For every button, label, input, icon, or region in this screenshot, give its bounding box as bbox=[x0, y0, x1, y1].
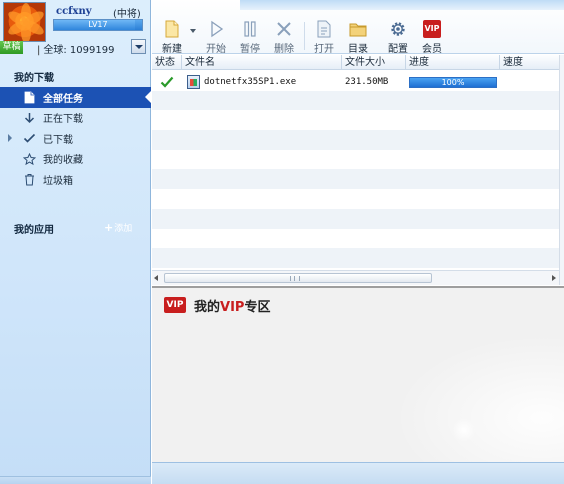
sidebar-item-downloaded[interactable]: 已下载 bbox=[0, 128, 151, 149]
toolbar-banner-strip bbox=[240, 0, 564, 10]
list-row-stripe bbox=[152, 110, 559, 131]
pause-label: 暂停 bbox=[240, 44, 260, 55]
column-header-progress[interactable]: 进度 bbox=[405, 55, 499, 70]
list-row-stripe bbox=[152, 149, 559, 170]
checkmark-icon bbox=[160, 76, 174, 88]
trash-icon bbox=[25, 174, 34, 186]
vip-member-button[interactable]: VIP 会员 bbox=[416, 20, 448, 55]
file-name: dotnetfx35SP1.exe bbox=[204, 77, 297, 87]
horizontal-scrollbar[interactable] bbox=[152, 270, 559, 285]
global-rank-text: 全球: 1099199 bbox=[43, 45, 115, 56]
play-icon bbox=[211, 20, 224, 38]
global-rank: | 全球: 1099199 bbox=[37, 45, 115, 56]
download-nav: 全部任务 正在下载 已下载 我的收藏 垃圾箱 bbox=[0, 87, 151, 190]
status-badge[interactable]: 草稿 bbox=[0, 41, 23, 54]
sidebar-item-all-tasks[interactable]: 全部任务 bbox=[0, 87, 151, 108]
list-row-stripe bbox=[152, 208, 559, 229]
sidebar-item-trash[interactable]: 垃圾箱 bbox=[0, 169, 151, 190]
scroll-left-arrow-icon[interactable] bbox=[154, 275, 158, 281]
vip-member-label: 会员 bbox=[422, 44, 442, 55]
open-file-icon bbox=[317, 20, 331, 38]
open-button[interactable]: 打开 bbox=[308, 20, 340, 55]
column-header-status[interactable]: 状态 bbox=[152, 55, 181, 70]
start-button[interactable]: 开始 bbox=[200, 20, 232, 55]
list-row-stripe bbox=[152, 130, 559, 150]
list-row-stripe bbox=[152, 189, 559, 209]
expand-arrow-icon[interactable] bbox=[8, 134, 12, 142]
start-label: 开始 bbox=[206, 44, 226, 55]
vip-badge-icon: VIP bbox=[164, 297, 186, 313]
add-app-label: 添加 bbox=[114, 224, 133, 234]
list-row-stripe bbox=[152, 90, 559, 111]
delete-x-icon bbox=[277, 22, 291, 36]
level-bar: LV17 bbox=[53, 19, 143, 31]
vertical-scrollbar[interactable] bbox=[559, 55, 564, 285]
bottom-status-bar bbox=[152, 462, 564, 484]
file-size: 231.50MB bbox=[345, 77, 389, 87]
task-list[interactable]: dotnetfx35SP1.exe 231.50MB 100% bbox=[152, 71, 559, 270]
profile-panel: ccfxny (中将) LV17 草稿 | 全球: 1099199 bbox=[0, 0, 151, 62]
add-app-button[interactable]: + 添加 bbox=[104, 221, 132, 234]
vip-title-suffix: 专区 bbox=[244, 300, 271, 315]
sidebar: ccfxny (中将) LV17 草稿 | 全球: 1099199 我的下载 全部… bbox=[0, 0, 151, 484]
delete-label: 删除 bbox=[274, 44, 294, 55]
scrollbar-grip-icon bbox=[290, 276, 300, 281]
vip-zone-panel: VIP 我的VIP专区 bbox=[152, 286, 564, 462]
scrollbar-thumb[interactable] bbox=[164, 273, 432, 283]
column-header-size[interactable]: 文件大小 bbox=[341, 55, 405, 70]
profile-menu-button[interactable] bbox=[131, 39, 146, 54]
new-dropdown-arrow-icon[interactable] bbox=[190, 29, 196, 33]
star-icon bbox=[23, 152, 36, 165]
list-row-stripe bbox=[152, 169, 559, 190]
progress-bar: 100% bbox=[409, 77, 497, 88]
decorative-glow-dot bbox=[452, 418, 476, 442]
vip-title-vip: VIP bbox=[220, 300, 245, 315]
new-label: 新建 bbox=[162, 44, 182, 55]
folder-label: 目录 bbox=[348, 44, 368, 55]
checkmark-icon bbox=[23, 133, 36, 143]
settings-label: 配置 bbox=[388, 44, 408, 55]
progress-text: 100% bbox=[441, 78, 465, 87]
scroll-right-arrow-icon[interactable] bbox=[552, 275, 556, 281]
delete-button[interactable]: 删除 bbox=[268, 20, 300, 55]
pause-button[interactable]: 暂停 bbox=[234, 20, 266, 55]
new-file-icon bbox=[165, 20, 179, 38]
table-row[interactable]: dotnetfx35SP1.exe 231.50MB 100% bbox=[152, 74, 559, 91]
list-header: 状态 文件名 文件大小 进度 速度 bbox=[152, 55, 559, 70]
username[interactable]: ccfxny bbox=[56, 6, 92, 17]
toolbar-separator bbox=[304, 22, 305, 50]
folder-button[interactable]: 目录 bbox=[342, 20, 374, 55]
vip-icon: VIP bbox=[423, 20, 441, 38]
open-label: 打开 bbox=[314, 44, 334, 55]
new-button[interactable]: 新建 bbox=[156, 20, 188, 55]
toolbar: 新建 开始 暂停 删除 打开 目录 配置 VIP 会员 bbox=[152, 0, 564, 55]
download-arrow-icon bbox=[24, 112, 35, 123]
column-header-filename[interactable]: 文件名 bbox=[181, 55, 341, 70]
my-apps-title: 我的应用 bbox=[14, 225, 54, 236]
my-downloads-title: 我的下载 bbox=[14, 73, 54, 84]
sidebar-item-favorites[interactable]: 我的收藏 bbox=[0, 149, 151, 170]
folder-icon bbox=[349, 23, 367, 37]
vip-icon-text: VIP bbox=[424, 24, 440, 33]
sidebar-footer bbox=[0, 476, 151, 484]
pause-icon bbox=[244, 21, 256, 37]
document-icon bbox=[24, 91, 35, 104]
plus-icon: + bbox=[104, 221, 114, 234]
vip-zone-title: 我的VIP专区 bbox=[194, 296, 270, 315]
settings-button[interactable]: 配置 bbox=[382, 20, 414, 55]
avatar[interactable] bbox=[3, 2, 46, 42]
sidebar-item-downloading[interactable]: 正在下载 bbox=[0, 108, 151, 129]
exe-file-icon bbox=[187, 75, 200, 89]
decorative-glow bbox=[382, 328, 564, 462]
military-rank: (中将) bbox=[113, 9, 141, 20]
list-row-stripe bbox=[152, 228, 559, 249]
list-row-stripe bbox=[152, 248, 559, 268]
vip-title-prefix: 我的 bbox=[194, 300, 221, 315]
gear-icon bbox=[391, 22, 405, 36]
column-header-speed[interactable]: 速度 bbox=[499, 55, 559, 70]
level-text: LV17 bbox=[88, 20, 108, 29]
